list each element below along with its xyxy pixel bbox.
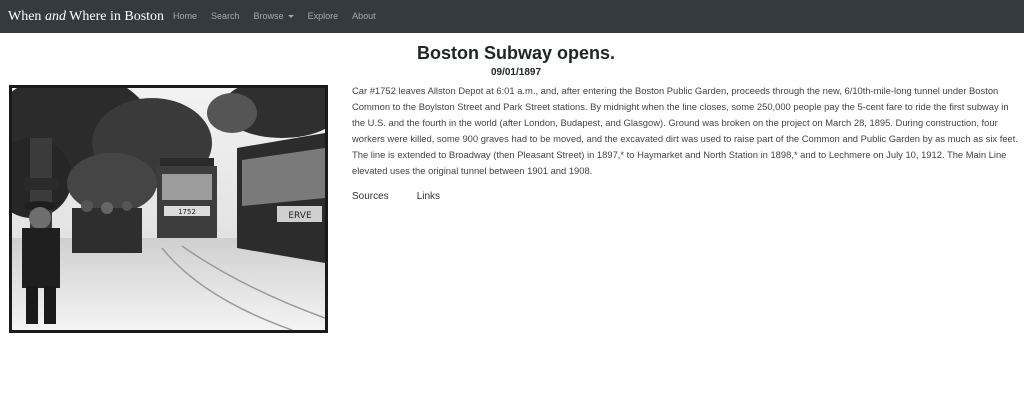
streetcar-sign-left: 1752 [178, 208, 196, 216]
tab-links[interactable]: Links [417, 190, 440, 204]
event-date: 09/01/1897 [490, 67, 542, 78]
navbar: When and Where in Boston Home Search Bro… [0, 0, 1024, 33]
site-brand[interactable]: When and Where in Boston [8, 8, 164, 25]
event-description: Car #1752 leaves Allston Depot at 6:01 a… [352, 85, 1018, 176]
nav-search[interactable]: Search [204, 0, 247, 33]
nav-browse-dropdown[interactable]: Browse [247, 0, 301, 33]
event-photo-illustration: 1752 ERVE [12, 88, 325, 330]
event-tabs: Sources Links [352, 190, 468, 204]
nav-home[interactable]: Home [166, 0, 204, 33]
streetcar-sign-right: ERVE [288, 211, 312, 221]
nav-browse-label: Browse [253, 11, 284, 21]
nav-links: Home Search Browse Explore About [166, 0, 383, 33]
tab-sources[interactable]: Sources [352, 190, 389, 204]
event-photo: 1752 ERVE [9, 85, 328, 333]
event-title: Boston Subway opens. [416, 43, 616, 63]
nav-about[interactable]: About [345, 0, 383, 33]
caret-down-icon [287, 15, 294, 19]
brand-text-em: and [44, 9, 66, 24]
brand-text-post: Where in Boston [65, 9, 165, 24]
nav-explore[interactable]: Explore [301, 0, 346, 33]
brand-text-pre: When [8, 9, 45, 24]
